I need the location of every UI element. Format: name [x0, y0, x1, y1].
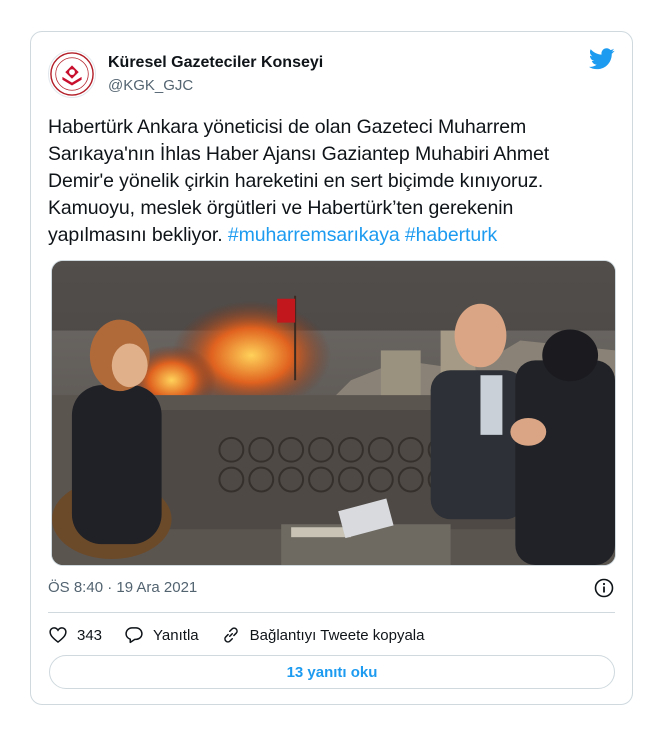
kgk-logo-icon [50, 52, 94, 96]
author-name[interactable]: Küresel Gazeteciler Konseyi [108, 54, 323, 72]
tweet-card: Küresel Gazeteciler Konseyi @KGK_GJC Hab… [30, 31, 633, 705]
like-count: 343 [77, 626, 103, 644]
heart-icon [49, 627, 67, 644]
reply-button[interactable]: Yanıtla [124, 625, 199, 645]
reply-label: Yanıtla [153, 626, 199, 644]
tweet-text: Habertürk Ankara yöneticisi de olan Gaze… [48, 114, 618, 249]
tweet-line: Kamuoyu, meslek örgütleri ve Habertürk’t… [48, 197, 514, 219]
divider [48, 612, 615, 613]
tweet-line: yapılmasını bekliyor. #muharremsarıkaya … [48, 222, 618, 249]
video-frame [52, 261, 615, 565]
avatar[interactable] [48, 50, 96, 98]
tweet-line-text: yapılmasını bekliyor. [48, 224, 228, 246]
copy-link-button[interactable]: Bağlantıyı Tweete kopyala [221, 625, 425, 645]
tweet-line: Demir'e yönelik çirkin hareketini en ser… [48, 170, 544, 192]
twitter-bird-icon[interactable] [589, 48, 615, 70]
copy-link-label: Bağlantıyı Tweete kopyala [249, 626, 425, 644]
info-icon[interactable] [594, 578, 614, 598]
like-button[interactable]: 343 [48, 625, 102, 645]
hashtag-link[interactable]: #haberturk [405, 224, 497, 246]
tweet-line: Habertürk Ankara yöneticisi de olan Gaze… [48, 116, 527, 138]
hashtag-link[interactable]: #muharremsarıkaya [228, 224, 400, 246]
read-replies-button[interactable]: 13 yanıtı oku [49, 655, 615, 689]
speech-bubble-icon [125, 627, 143, 644]
tweet-timestamp[interactable]: ÖS 8:40 · 19 Ara 2021 [48, 579, 197, 596]
tweet-media-video[interactable] [51, 260, 616, 566]
author-handle[interactable]: @KGK_GJC [108, 77, 193, 94]
action-bar: 343 Yanıtla Bağlantıyı Tweete kopyala [48, 624, 446, 646]
link-icon [223, 627, 238, 643]
tweet-line: Sarıkaya'nın İhlas Haber Ajansı Gaziante… [48, 143, 550, 165]
